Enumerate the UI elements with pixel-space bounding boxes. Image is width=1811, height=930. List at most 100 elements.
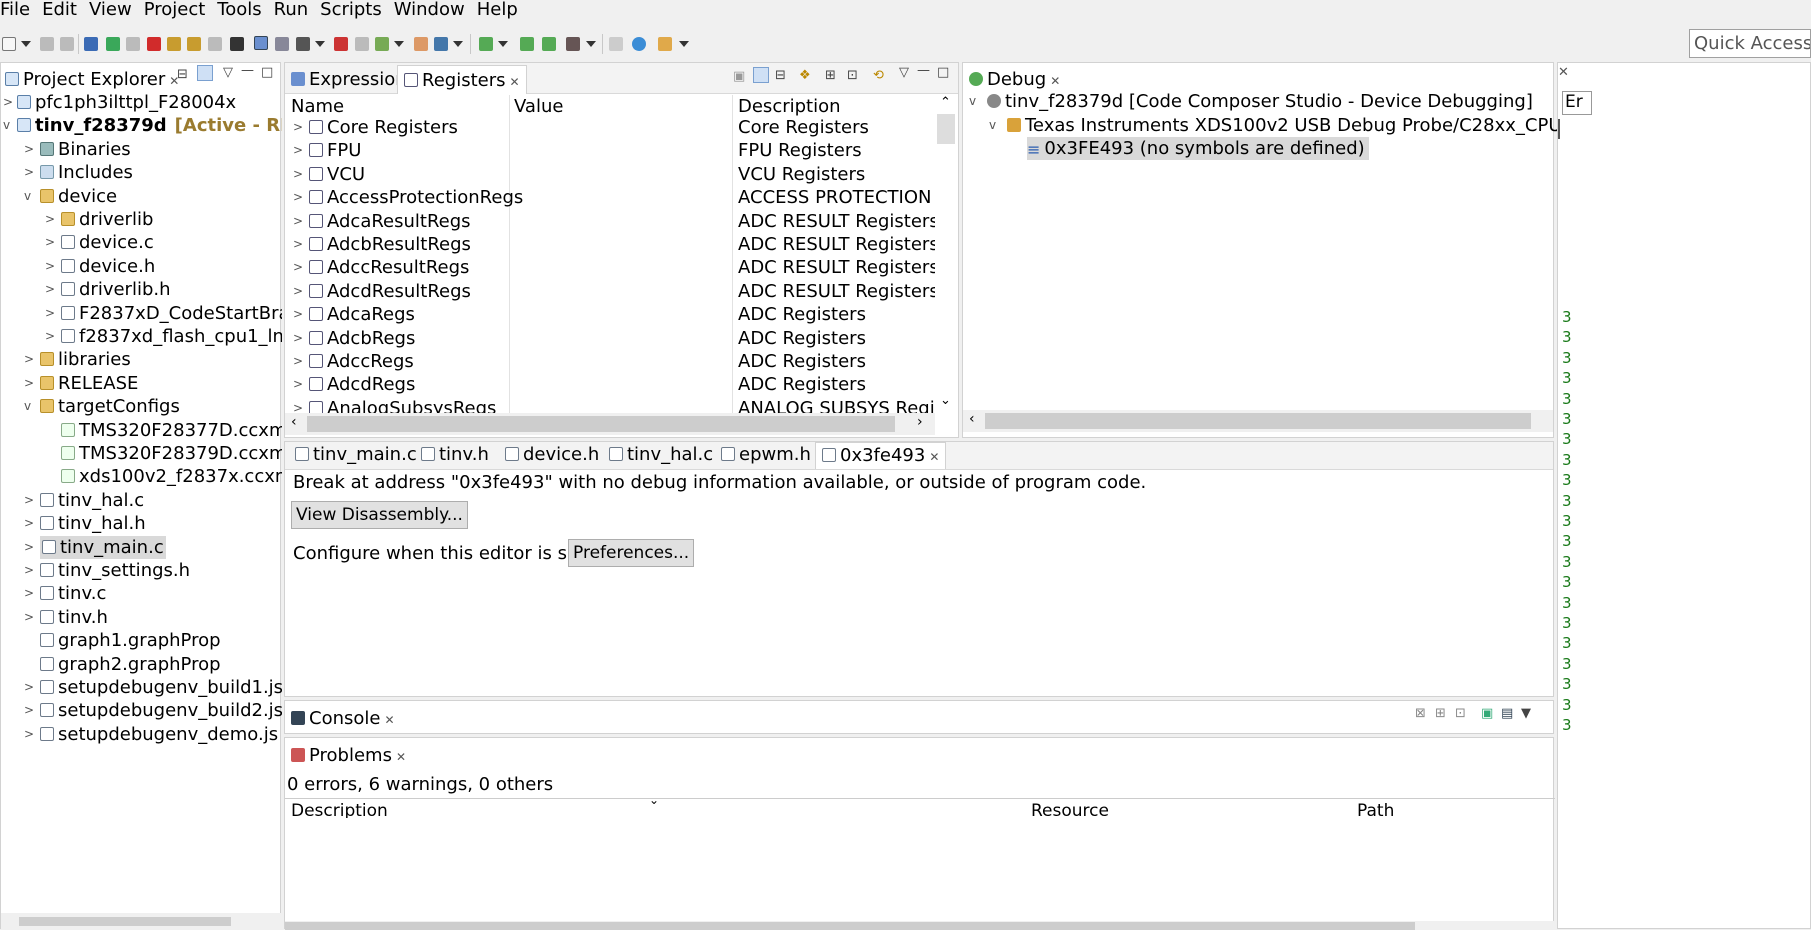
open-type-icon[interactable] xyxy=(609,37,623,51)
column-header-description[interactable]: Description xyxy=(291,801,388,818)
flash-icon[interactable] xyxy=(414,37,428,51)
chevron-right-icon[interactable]: > xyxy=(293,210,303,233)
tree-item[interactable]: xds100v2_f2837x.ccxml xyxy=(1,465,282,488)
chevron-right-icon[interactable]: > xyxy=(24,161,34,184)
active-tool-icon[interactable] xyxy=(254,36,268,50)
link-editor-icon[interactable] xyxy=(197,65,213,81)
pin-icon[interactable] xyxy=(658,37,672,51)
chevron-right-icon[interactable]: > xyxy=(293,373,303,396)
tab-problems[interactable]: Problems ✕ xyxy=(285,741,412,770)
tab-registers[interactable]: Registers ✕ xyxy=(397,65,527,94)
view-menu-icon[interactable]: ▼ xyxy=(1521,706,1531,721)
toolbar-icon[interactable]: ⊟ xyxy=(775,68,786,83)
chevron-right-icon[interactable]: > xyxy=(3,91,13,114)
tree-item[interactable]: > tinv.h xyxy=(1,606,282,629)
chevron-right-icon[interactable]: > xyxy=(293,280,303,303)
skip-breakpoints-icon[interactable] xyxy=(355,37,369,51)
chevron-right-icon[interactable]: > xyxy=(293,233,303,256)
memory-browser-icon[interactable] xyxy=(230,37,244,51)
minimize-icon[interactable]: — xyxy=(241,63,254,78)
collapse-all-icon[interactable]: ⊟ xyxy=(177,67,188,82)
step-return-icon[interactable] xyxy=(208,37,222,51)
chevron-right-icon[interactable]: > xyxy=(45,208,55,231)
chevron-right-icon[interactable]: > xyxy=(293,186,303,209)
maximize-icon[interactable]: □ xyxy=(261,65,273,80)
toolbar-icon[interactable]: ❖ xyxy=(799,68,811,83)
save-icon[interactable] xyxy=(40,37,54,51)
toolbar-icon[interactable]: ⊞ xyxy=(825,68,836,83)
chevron-right-icon[interactable]: > xyxy=(293,397,303,414)
chevron-down-icon[interactable]: v xyxy=(24,395,31,418)
menu-run[interactable]: Run xyxy=(268,1,315,19)
tree-item[interactable]: > setupdebugenv_build2.js xyxy=(1,699,282,722)
tree-item[interactable]: > tinv_hal.c xyxy=(1,489,282,512)
chevron-right-icon[interactable]: > xyxy=(293,303,303,326)
step-into-icon[interactable] xyxy=(167,37,181,51)
terminate-icon[interactable] xyxy=(147,37,161,51)
view-disassembly-button[interactable]: View Disassembly... xyxy=(291,501,468,529)
view-menu-icon[interactable]: ▽ xyxy=(899,65,909,80)
chevron-right-icon[interactable]: > xyxy=(24,723,34,746)
tree-item[interactable]: > RELEASE xyxy=(1,372,282,395)
register-row[interactable]: > FPU FPU Registers xyxy=(285,139,935,162)
register-row[interactable]: > AdccRegs ADC Registers xyxy=(285,350,935,373)
chevron-right-icon[interactable]: > xyxy=(45,278,55,301)
register-row[interactable]: > AdcdRegs ADC Registers xyxy=(285,373,935,396)
suspend-icon[interactable] xyxy=(126,37,140,51)
menu-help[interactable]: Help xyxy=(471,1,524,19)
refresh-icon[interactable] xyxy=(520,37,534,51)
chevron-right-icon[interactable]: > xyxy=(45,255,55,278)
tree-item[interactable]: > Includes xyxy=(1,161,282,184)
minimize-icon[interactable]: — xyxy=(917,63,930,78)
chevron-right-icon[interactable]: > xyxy=(45,231,55,254)
tree-item[interactable]: > setupdebugenv_build1.js xyxy=(1,676,282,699)
horizontal-scrollbar[interactable] xyxy=(1,913,282,930)
debug-view-icon[interactable] xyxy=(84,37,98,51)
register-row[interactable]: > AdcdResultRegs ADC RESULT Registers xyxy=(285,280,935,303)
sort-chevron-icon[interactable]: ⌄ xyxy=(649,799,659,807)
editor-tab[interactable]: tinv_main.c xyxy=(289,442,423,469)
chevron-right-icon[interactable]: > xyxy=(24,489,34,512)
chevron-right-icon[interactable]: > xyxy=(24,559,34,582)
register-row[interactable]: > AdcbResultRegs ADC RESULT Registers xyxy=(285,233,935,256)
menu-edit[interactable]: Edit xyxy=(36,1,83,19)
tree-item[interactable]: > driverlib.h xyxy=(1,278,282,301)
horizontal-scrollbar[interactable]: ‹ xyxy=(963,410,1553,432)
tree-item[interactable]: > device.c xyxy=(1,231,282,254)
menu-tools[interactable]: Tools xyxy=(211,1,267,19)
chevron-right-icon[interactable]: > xyxy=(45,302,55,325)
tree-item[interactable]: > tinv.c xyxy=(1,582,282,605)
debug-probe-row[interactable]: v Texas Instruments XDS100v2 USB Debug P… xyxy=(963,114,1693,137)
register-row[interactable]: > AdcbRegs ADC Registers xyxy=(285,327,935,350)
toolbar-icon[interactable]: ▣ xyxy=(733,69,745,84)
search-icon[interactable] xyxy=(632,37,646,51)
tree-item[interactable]: > tinv_hal.h xyxy=(1,512,282,535)
menu-view[interactable]: View xyxy=(83,1,138,19)
editor-tab[interactable]: tinv.h xyxy=(415,442,495,469)
tree-item[interactable]: > F2837xD_CodeStartBranch.asm xyxy=(1,302,282,325)
chevron-right-icon[interactable]: > xyxy=(24,348,34,371)
resume-icon[interactable] xyxy=(106,37,120,51)
editor-tab[interactable]: epwm.h xyxy=(715,442,817,469)
chevron-right-icon[interactable]: > xyxy=(293,139,303,162)
toolbar-icon[interactable]: ⟲ xyxy=(873,68,884,83)
tree-item[interactable]: > tinv_main.c xyxy=(1,535,282,559)
toolbar-icon[interactable] xyxy=(753,67,769,83)
debug-bug-icon[interactable] xyxy=(479,37,493,51)
tree-item[interactable]: > libraries xyxy=(1,348,282,371)
register-row[interactable]: > VCU VCU Registers xyxy=(285,163,935,186)
editor-tab[interactable]: device.h xyxy=(499,442,605,469)
tree-item[interactable]: v targetConfigs xyxy=(1,395,282,418)
register-row[interactable]: > AdccResultRegs ADC RESULT Registers xyxy=(285,256,935,279)
chevron-right-icon[interactable]: > xyxy=(293,350,303,373)
console-toolbar-icon[interactable]: ⊠ xyxy=(1415,706,1426,721)
right-panel-field[interactable]: Er xyxy=(1562,91,1592,115)
tree-item[interactable]: > device.h xyxy=(1,255,282,278)
menu-scripts[interactable]: Scripts xyxy=(314,1,388,19)
chevron-right-icon[interactable]: > xyxy=(293,163,303,186)
menu-window[interactable]: Window xyxy=(388,1,471,19)
column-header-path[interactable]: Path xyxy=(1357,801,1394,818)
editor-tab[interactable]: 0x3fe493 ✕ xyxy=(815,442,947,469)
tree-item[interactable]: > f2837xd_flash_cpu1_lnk.cmd xyxy=(1,325,282,348)
chevron-right-icon[interactable]: > xyxy=(24,138,34,161)
